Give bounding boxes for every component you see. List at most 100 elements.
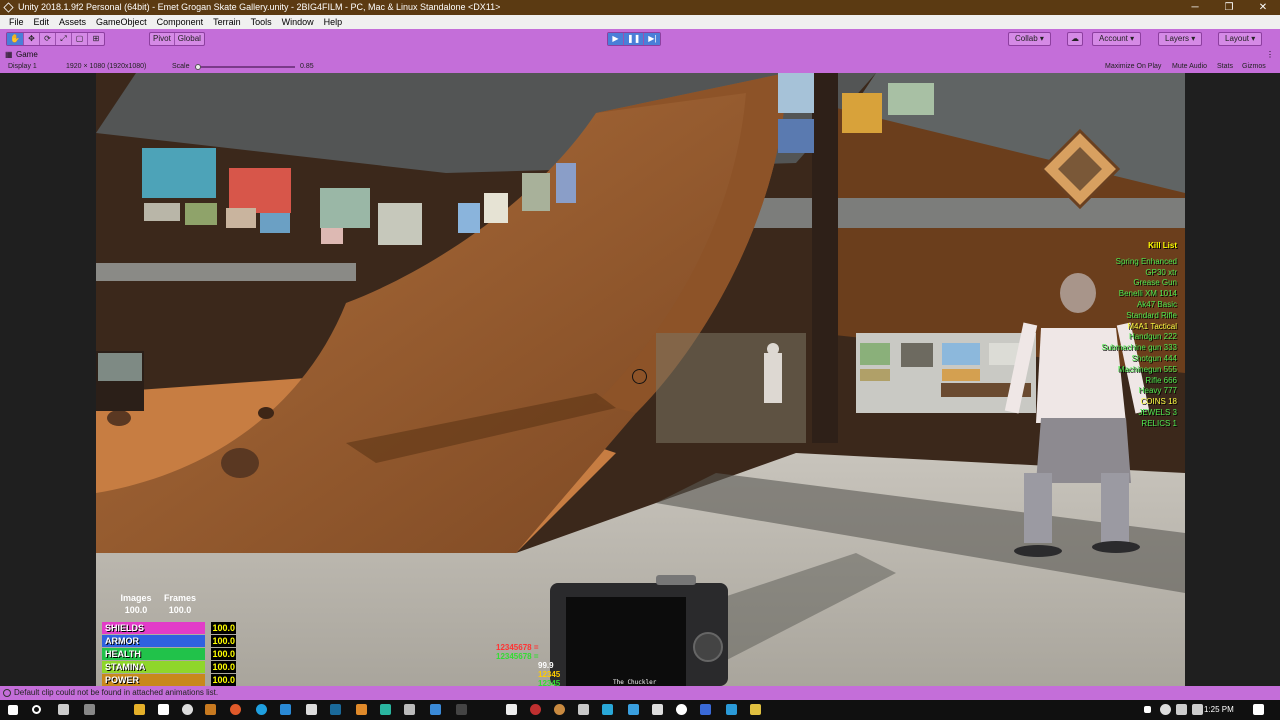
cloud-icon[interactable]: ☁ [1067,32,1083,46]
rect-tool-icon[interactable]: ▢ [72,33,88,45]
mute-audio-toggle[interactable]: Mute Audio [1172,61,1207,73]
search-icon[interactable] [32,705,41,714]
store-icon[interactable] [456,704,467,715]
play-button[interactable]: ▶ [608,33,624,45]
settings-icon[interactable] [404,704,415,715]
scale-slider-knob[interactable] [195,64,201,70]
edge-icon[interactable] [256,704,267,715]
volume-icon[interactable] [1176,704,1187,715]
move-tool-icon[interactable]: ✥ [24,33,40,45]
hud-status-bars: SHIELDS 100.0 ARMOR 100.0 HEALTH 100.0 S… [102,622,236,686]
health-bar: HEALTH 100.0 [102,648,236,660]
wifi-icon[interactable] [1192,704,1203,715]
tab-game[interactable]: Game [4,49,42,61]
rotate-tool-icon[interactable]: ⟳ [40,33,56,45]
transform-tool-icon[interactable]: ⊞ [88,33,104,45]
stats-toggle[interactable]: Stats [1217,61,1233,73]
collab-dropdown[interactable]: Collab [1008,32,1051,46]
close-button[interactable]: ✕ [1246,0,1280,15]
menu-component[interactable]: Component [152,15,209,29]
unity-hub-icon[interactable] [182,704,193,715]
account-dropdown[interactable]: Account [1092,32,1142,46]
menu-file[interactable]: File [4,15,29,29]
task-view-icon[interactable] [58,704,69,715]
calculator-icon[interactable] [380,704,391,715]
recorder-icon[interactable] [530,704,541,715]
armor-bar: ARMOR 100.0 [102,635,236,647]
display-dropdown[interactable]: Display 1 [8,61,37,73]
scale-slider[interactable] [195,66,295,68]
app-icon-b[interactable] [676,704,687,715]
shields-bar: SHIELDS 100.0 [102,622,236,634]
kill-list-item: GP30 xtr [1145,267,1177,277]
restore-button[interactable]: ❐ [1212,0,1246,15]
kill-list-item: Machinegun 555 [1117,364,1177,374]
kill-list-item: JEWELS 3 [1138,407,1177,417]
tool-icon[interactable] [578,704,589,715]
display-icon[interactable] [628,704,639,715]
kill-list-item: Submachine gun 333 [1101,343,1177,353]
images-label: Images [120,593,152,603]
menu-window[interactable]: Window [277,15,319,29]
scale-label: Scale [172,63,190,70]
menu-gameobject[interactable]: GameObject [91,15,152,29]
file-explorer-icon[interactable] [134,704,145,715]
scale-tool-icon[interactable]: ⤢ [56,33,72,45]
folder-icon[interactable] [750,704,761,715]
scale-value: 0.85 [300,63,314,70]
stamina-value: 100.0 [211,661,236,673]
network-icon[interactable] [602,704,613,715]
app-icon-c[interactable] [700,704,711,715]
photos-icon[interactable] [430,704,441,715]
camera-label: The Chuckler [613,679,657,686]
menu-terrain[interactable]: Terrain [208,15,246,29]
taskbar-clock[interactable]: 1:25 PM [1204,700,1234,720]
gizmos-dropdown[interactable]: Gizmos [1242,61,1266,73]
app-icon-a[interactable] [652,704,663,715]
global-toggle[interactable]: Global [175,33,204,45]
unity-editor-icon[interactable] [205,704,216,715]
menu-edit[interactable]: Edit [29,15,55,29]
document-icon[interactable] [158,704,169,715]
shields-value: 100.0 [211,622,236,634]
kill-list-item: Heavy 777 [1138,386,1177,396]
snipping-icon[interactable] [306,704,317,715]
hand-tool-icon[interactable]: ✋ [7,33,24,45]
vlc-icon[interactable] [356,704,367,715]
pivot-toggle[interactable]: Pivot [150,33,175,45]
chevron-up-icon[interactable] [1144,706,1151,713]
notifications-icon[interactable] [1253,704,1264,715]
minimize-button[interactable]: ─ [1178,0,1212,15]
maximize-on-play-toggle[interactable]: Maximize On Play [1105,61,1161,73]
layers-dropdown[interactable]: Layers [1158,32,1203,46]
menu-assets[interactable]: Assets [54,15,91,29]
kill-list: Kill List Spring Enhanced GP30 xtr Grease … [1101,241,1177,430]
windows-start-icon[interactable] [8,705,18,715]
mail-icon[interactable] [280,704,291,715]
paint-icon[interactable] [330,704,341,715]
step-button[interactable]: ▶| [644,33,661,45]
blender-icon[interactable] [554,704,565,715]
kill-list-item: RELICS 1 [1141,418,1177,428]
crosshair-icon [632,369,647,384]
game-view[interactable]: Images 100.0 Frames 100.0 SHIELDS 100.0 … [96,73,1185,686]
kill-list-item: Benelli XM 1014 [1118,289,1177,299]
tab-menu-icon[interactable]: ⋮ [1266,49,1274,61]
notepad-icon[interactable] [506,704,517,715]
windows-taskbar: 1:25 PM [0,700,1280,720]
ammo-line: 12345678 = [496,643,539,652]
app-icon-d[interactable] [726,704,737,715]
console-status-bar[interactable]: Default clip could not be found in attac… [0,686,1280,700]
taskbar-app-icon[interactable] [84,704,95,715]
menu-tools[interactable]: Tools [246,15,277,29]
menu-help[interactable]: Help [319,15,348,29]
pause-button[interactable]: ❚❚ [624,33,645,45]
firefox-icon[interactable] [230,704,241,715]
resolution-dropdown[interactable]: 1920 × 1080 (1920x1080) [66,61,146,73]
kill-list-item: Standard Rifle [1126,310,1177,320]
stamina-label: STAMINA [105,662,146,672]
layout-dropdown[interactable]: Layout [1218,32,1263,46]
window-title-bar[interactable]: Unity 2018.1.9f2 Personal (64bit) - Emet… [0,0,1280,15]
tray-app-icon[interactable] [1160,704,1171,715]
status-message: Default clip could not be found in attac… [14,688,219,697]
